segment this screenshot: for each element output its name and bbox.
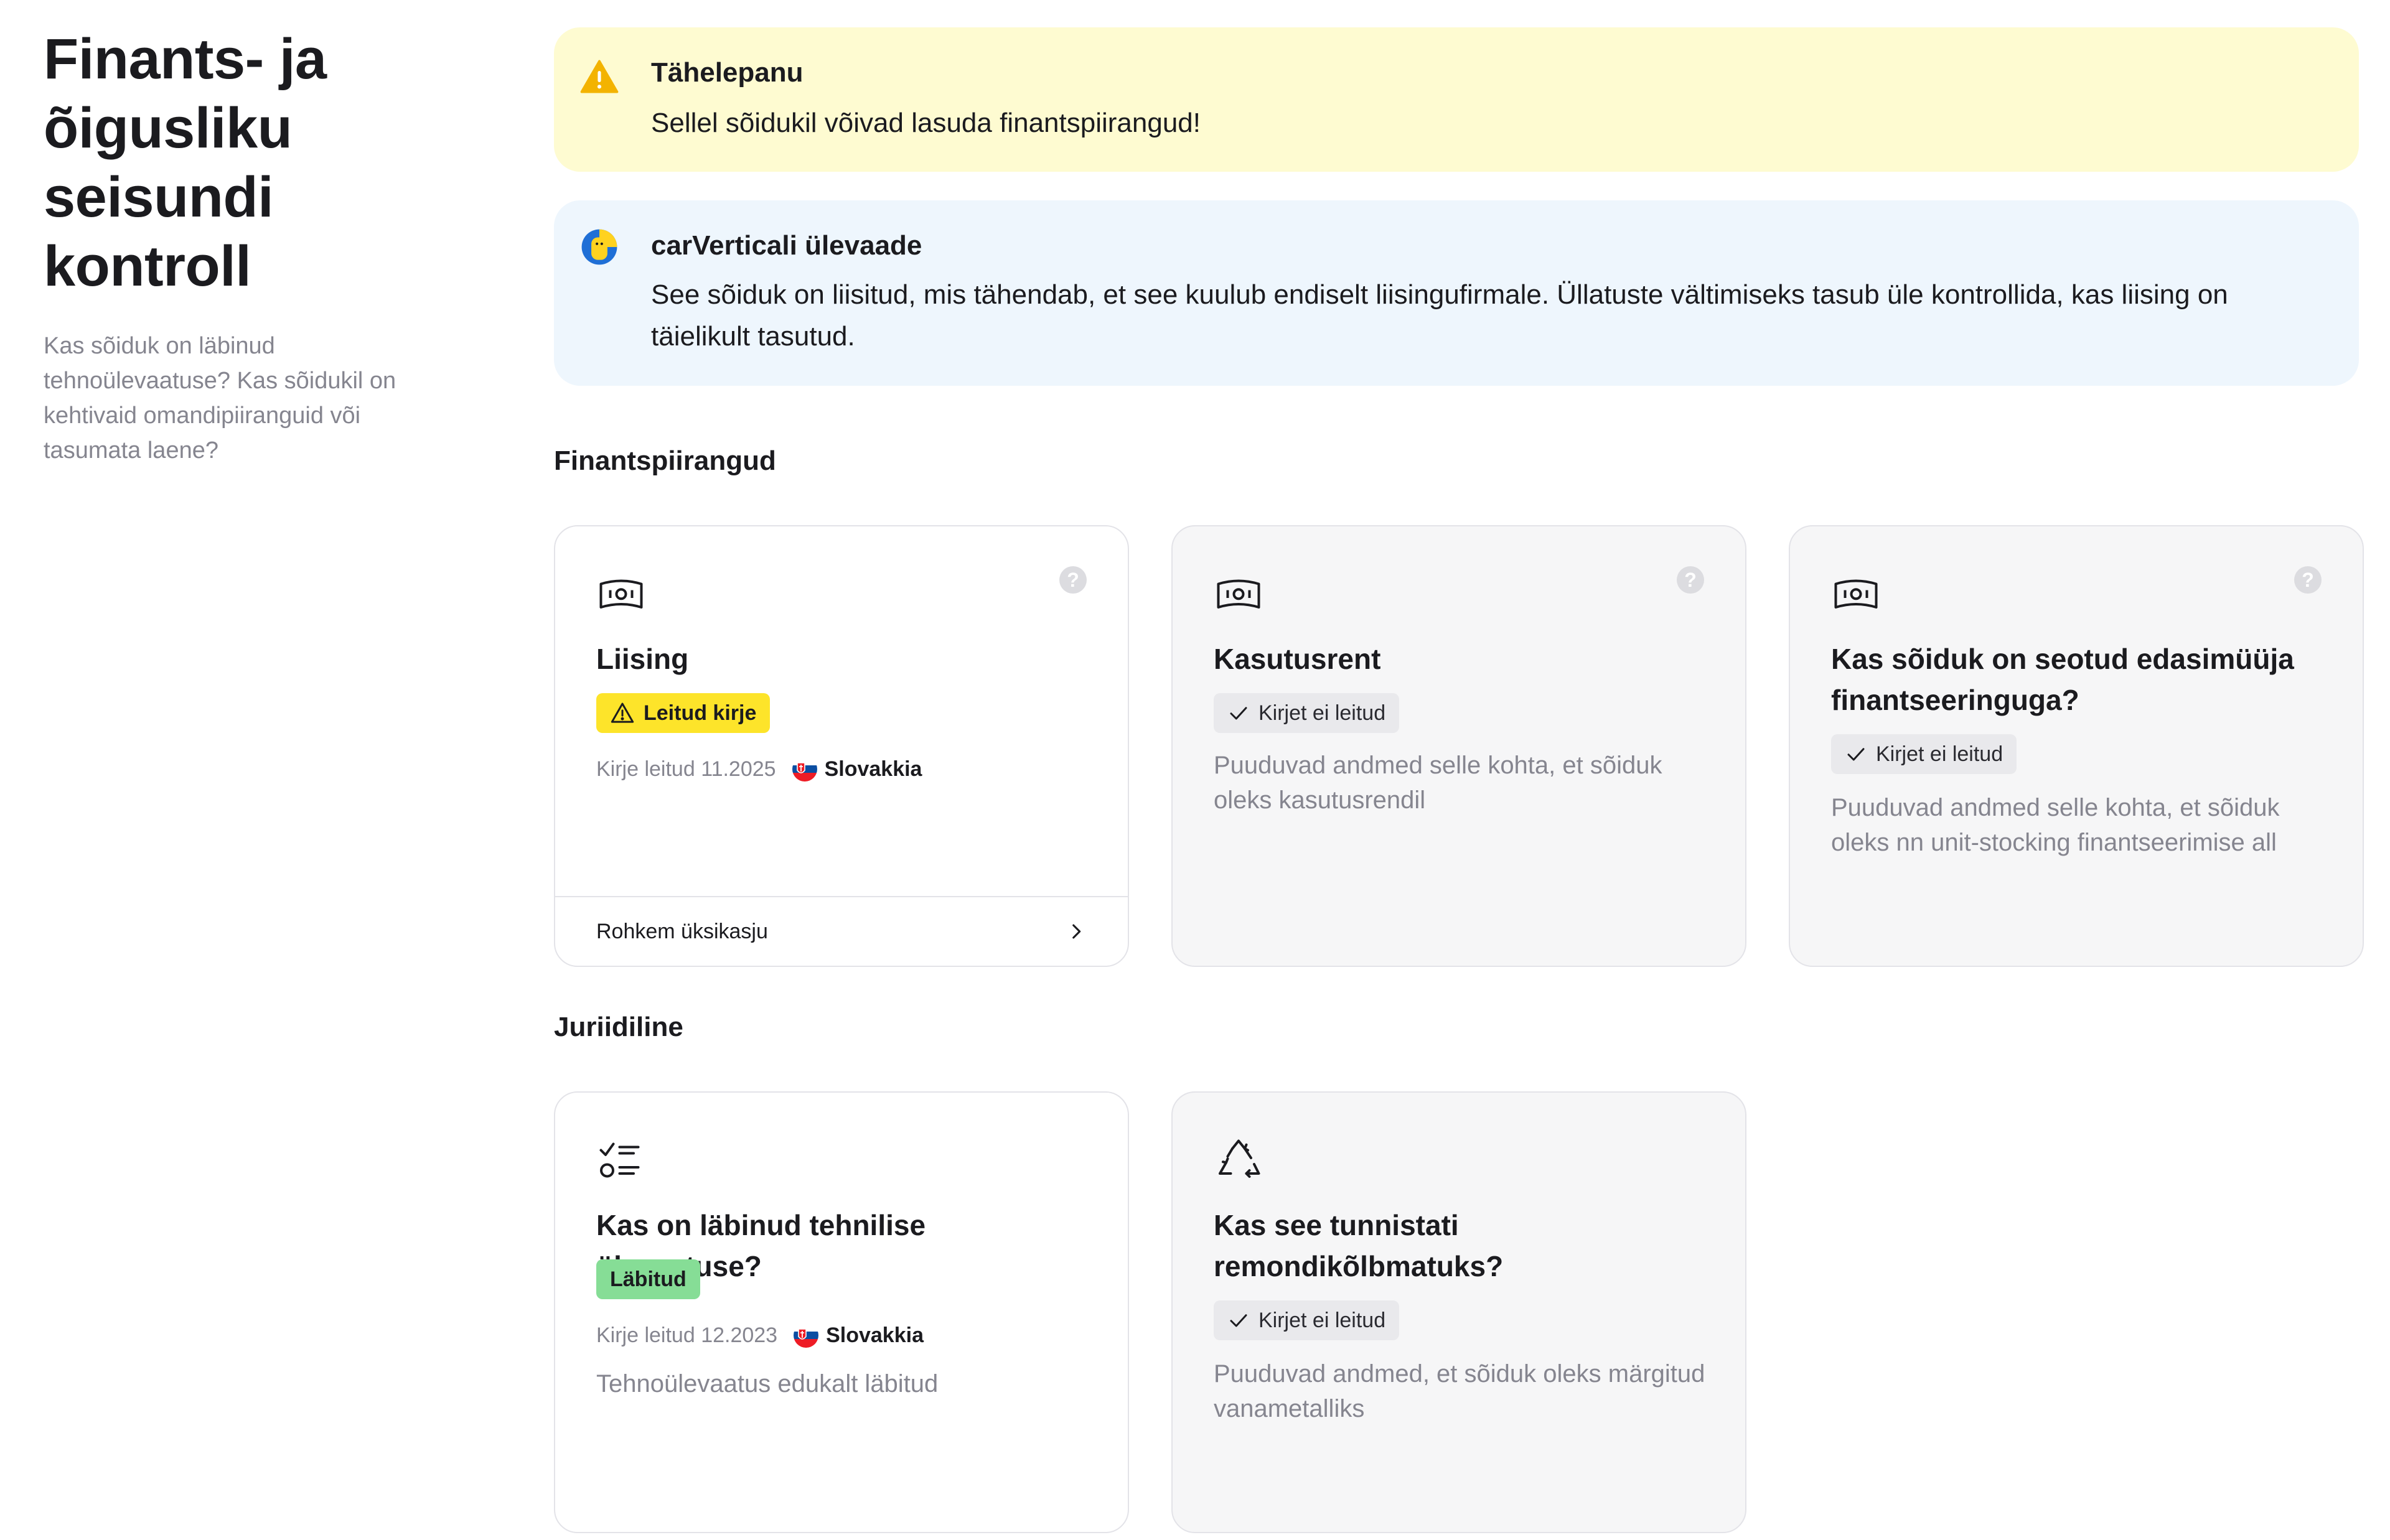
card-dealer-financing: ? Kas sõiduk on seotud edasimüüja finant… xyxy=(1789,525,2364,967)
status-badge-label: Kirjet ei leitud xyxy=(1258,701,1386,725)
help-icon[interactable]: ? xyxy=(1677,566,1704,594)
card-description: Puuduvad andmed selle kohta, et sõiduk o… xyxy=(1831,794,2280,856)
card-description: Puuduvad andmed selle kohta, et sõiduk o… xyxy=(1214,752,1662,814)
card-title: Kasutusrent xyxy=(1214,643,1381,675)
info-alert-text: See sõiduk on liisitud, mis tähendab, et… xyxy=(651,279,2228,352)
more-details-link[interactable]: Rohkem üksikasju xyxy=(555,896,1128,966)
warning-icon xyxy=(580,60,619,93)
banknote-icon xyxy=(599,579,643,609)
record-date: Kirje leitud 11.2025 xyxy=(596,757,776,781)
check-icon xyxy=(1847,748,1865,761)
carvertical-logo-icon xyxy=(581,229,617,265)
status-badge-label: Läbitud xyxy=(610,1267,687,1291)
card-description: Tehnoülevaatus edukalt läbitud xyxy=(596,1370,939,1398)
slovakia-flag-icon xyxy=(794,1323,819,1348)
status-badge-label: Kirjet ei leitud xyxy=(1258,1309,1386,1332)
help-icon[interactable]: ? xyxy=(1059,566,1087,594)
status-badge: Kirjet ei leitud xyxy=(1831,734,2017,774)
card-scrapped: Kas see tunnistati remondikõlbmatuks? Ki… xyxy=(1171,1091,1746,1533)
record-meta: Kirje leitud 11.2025 Slovakkia xyxy=(596,757,922,782)
banknote-icon xyxy=(1217,579,1260,609)
record-country: Slovakkia xyxy=(824,757,922,781)
card-title: Kas see tunnistati remondikõlbmatuks? xyxy=(1214,1209,1504,1282)
banknote-icon xyxy=(1834,579,1878,609)
checklist-icon xyxy=(599,1142,640,1178)
chevron-right-icon xyxy=(1072,924,1081,939)
warning-outline-icon xyxy=(611,702,634,723)
more-details-label: Rohkem üksikasju xyxy=(596,919,768,943)
record-meta: Kirje leitud 12.2023 Slovakkia xyxy=(596,1323,924,1348)
card-description: Puuduvad andmed, et sõiduk oleks märgitu… xyxy=(1214,1360,1705,1422)
card-title: Kas sõiduk on seotud edasimüüja finantse… xyxy=(1831,643,2294,716)
status-badge: Kirjet ei leitud xyxy=(1214,1300,1400,1340)
status-badge: Leitud kirje xyxy=(596,693,771,733)
check-icon xyxy=(1230,1314,1247,1327)
info-alert-title: carVerticali ülevaade xyxy=(651,230,922,261)
card-technical-inspection: Kas on läbinud tehnilise ülevaatuse? Läb… xyxy=(554,1091,1129,1533)
help-icon[interactable]: ? xyxy=(2294,566,2322,594)
page-subtitle: Kas sõiduk on läbinud tehnoülevaatuse? K… xyxy=(44,333,396,464)
record-date: Kirje leitud 12.2023 xyxy=(596,1323,778,1347)
check-icon xyxy=(1230,707,1247,720)
warning-alert-text: Sellel sõidukil võivad lasuda finantspii… xyxy=(651,108,1201,138)
status-badge-label: Kirjet ei leitud xyxy=(1876,742,2003,766)
status-badge: Kirjet ei leitud xyxy=(1214,693,1400,733)
section-title-finance: Finantspiirangud xyxy=(554,446,776,476)
status-badge: Läbitud xyxy=(596,1259,700,1299)
recycle-icon xyxy=(1219,1139,1260,1178)
status-badge-label: Leitud kirje xyxy=(644,701,757,725)
slovakia-flag-icon xyxy=(792,757,817,782)
section-title-legal: Juriidiline xyxy=(554,1012,683,1042)
card-operating-lease: ? Kasutusrent Kirjet ei leitud Puuduvad … xyxy=(1171,525,1746,967)
warning-alert-title: Tähelepanu xyxy=(651,57,804,88)
warning-alert xyxy=(554,27,2359,172)
page-title: Finants- ja õigusliku seisundi kontroll xyxy=(44,27,327,298)
card-title: Liising xyxy=(596,643,689,675)
record-country: Slovakkia xyxy=(826,1323,924,1347)
card-leasing: ? Liising Leitud kirje Kirje leitud 11.2… xyxy=(554,525,1129,967)
